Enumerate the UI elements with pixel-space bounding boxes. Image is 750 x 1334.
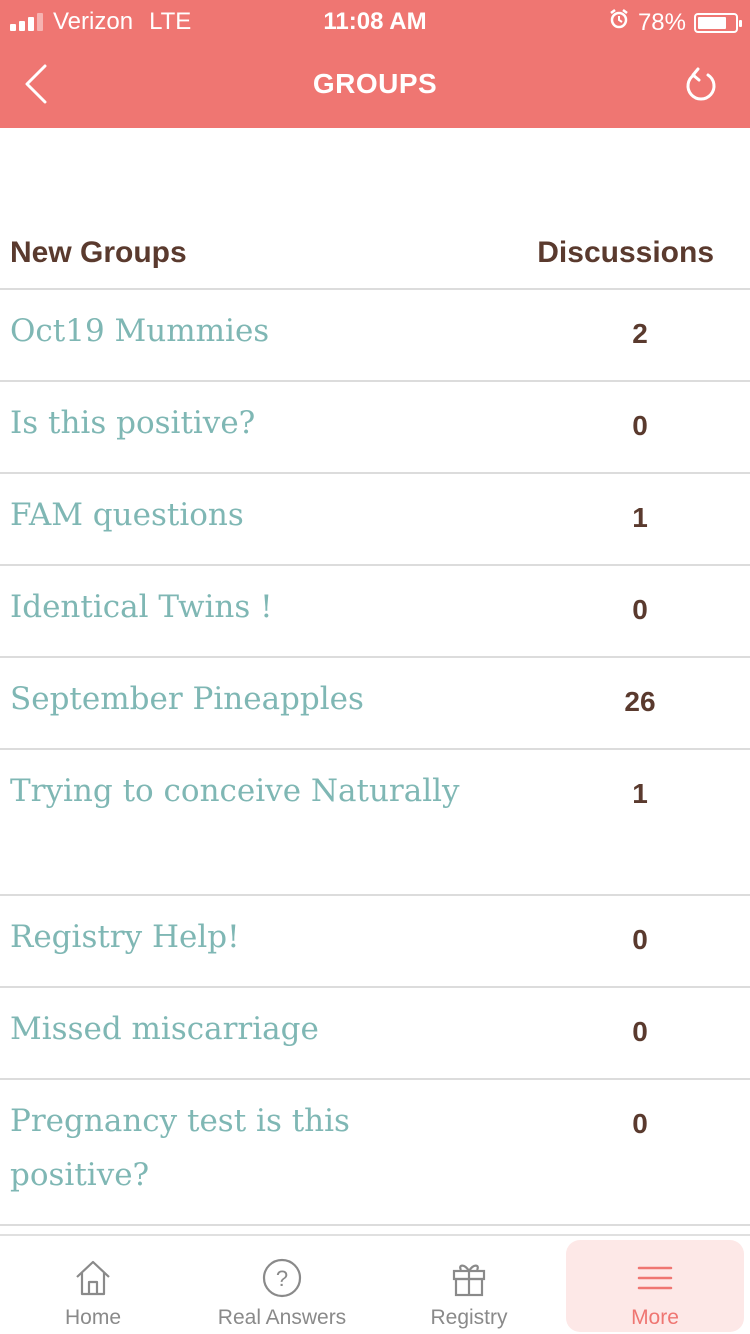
group-row[interactable]: Identical Twins ! 0 <box>0 566 750 658</box>
refresh-button[interactable] <box>678 62 724 108</box>
group-row[interactable]: Trying to conceive Naturally 1 <box>0 750 750 896</box>
group-name[interactable]: September Pineapples <box>10 672 490 726</box>
group-name[interactable]: Is this positive? <box>10 396 490 450</box>
discussion-count: 0 <box>632 924 648 955</box>
tab-more[interactable]: More <box>566 1240 744 1332</box>
discussion-count: 0 <box>632 1016 648 1047</box>
discussion-count: 2 <box>632 318 648 349</box>
top-bar: Verizon LTE 11:08 AM 78% GROUPS <box>0 0 750 128</box>
svg-text:?: ? <box>276 1266 288 1291</box>
menu-icon <box>637 1266 673 1290</box>
discussion-count: 26 <box>624 686 656 717</box>
group-name[interactable]: Identical Twins ! <box>10 580 490 634</box>
tab-real-answers[interactable]: ? Real Answers <box>204 1240 360 1332</box>
column-header-discussions: Discussions <box>537 236 714 269</box>
table-header: New Groups Discussions <box>0 220 750 290</box>
gift-icon <box>452 1264 486 1297</box>
home-icon <box>76 1260 110 1296</box>
tab-real-answers-label: Real Answers <box>217 1306 347 1329</box>
group-list: Oct19 Mummies 2 Is this positive? 0 FAM … <box>0 290 750 1226</box>
discussion-count: 1 <box>632 778 648 809</box>
tab-registry-label: Registry <box>430 1306 508 1329</box>
discussion-count: 0 <box>632 410 648 441</box>
battery-percent: 78% <box>637 8 686 36</box>
nav-bar: GROUPS <box>0 42 750 128</box>
group-name[interactable]: Missed miscarriage <box>10 1002 490 1056</box>
tab-registry[interactable]: Registry <box>398 1240 540 1332</box>
alarm-icon <box>608 8 630 37</box>
column-header-new-groups: New Groups <box>10 236 187 269</box>
group-row[interactable]: September Pineapples 26 <box>0 658 750 750</box>
group-name[interactable]: Oct19 Mummies <box>10 304 490 358</box>
group-row[interactable]: FAM questions 1 <box>0 474 750 566</box>
page-title: GROUPS <box>312 68 438 99</box>
discussion-count: 0 <box>632 594 648 625</box>
tab-home[interactable]: Home <box>22 1240 164 1332</box>
group-name[interactable]: Pregnancy test is this positive? <box>10 1094 490 1202</box>
refresh-icon <box>686 67 716 101</box>
status-bar: Verizon LTE 11:08 AM 78% <box>0 0 750 42</box>
tab-bar: Home ? Real Answers Registry More <box>0 1234 750 1334</box>
tab-home-label: Home <box>64 1306 122 1329</box>
group-name[interactable]: Trying to conceive Naturally <box>10 764 490 818</box>
group-row[interactable]: Oct19 Mummies 2 <box>0 290 750 382</box>
group-row[interactable]: Pregnancy test is this positive? 0 <box>0 1080 750 1226</box>
discussion-count: 1 <box>632 502 648 533</box>
discussion-count: 0 <box>632 1108 648 1139</box>
tab-more-label: More <box>631 1306 679 1329</box>
question-icon: ? <box>262 1258 302 1298</box>
group-row[interactable]: Missed miscarriage 0 <box>0 988 750 1080</box>
battery-icon <box>694 12 742 33</box>
group-row[interactable]: Registry Help! 0 <box>0 896 750 988</box>
group-name[interactable]: FAM questions <box>10 488 490 542</box>
group-name[interactable]: Registry Help! <box>10 910 490 964</box>
group-row[interactable]: Is this positive? 0 <box>0 382 750 474</box>
